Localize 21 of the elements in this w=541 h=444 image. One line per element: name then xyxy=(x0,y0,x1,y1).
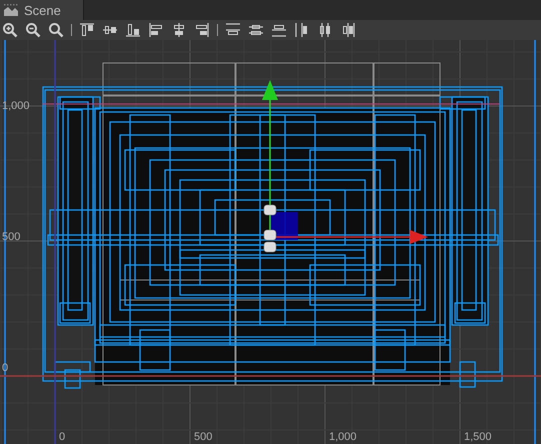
x-axis-label: 1,000 xyxy=(329,431,357,443)
align-bottom-icon[interactable] xyxy=(125,22,141,38)
x-axis-label: 0 xyxy=(59,431,66,443)
distribute-bottom-icon[interactable] xyxy=(271,22,287,38)
distribute-left-icon[interactable] xyxy=(294,22,310,38)
align-right-icon[interactable] xyxy=(194,22,210,38)
align-center-icon[interactable] xyxy=(171,22,187,38)
x-axis-label: 500 xyxy=(194,431,212,443)
distribute-center-icon[interactable] xyxy=(317,22,333,38)
x-axis-label: 1,500 xyxy=(464,431,492,443)
scene-tab[interactable]: Scene xyxy=(0,0,84,20)
distribute-middle-icon[interactable] xyxy=(248,22,264,38)
zoom-in-icon[interactable] xyxy=(2,22,18,38)
scene-icon xyxy=(3,3,19,17)
move-gizmo-drawing[interactable] xyxy=(262,80,428,252)
zoom-reset-icon[interactable] xyxy=(48,22,64,38)
align-left-icon[interactable] xyxy=(148,22,164,38)
distribute-top-icon[interactable] xyxy=(225,22,241,38)
align-top-icon[interactable] xyxy=(79,22,95,38)
zoom-out-icon[interactable] xyxy=(25,22,41,38)
distribute-right-icon[interactable] xyxy=(340,22,356,38)
